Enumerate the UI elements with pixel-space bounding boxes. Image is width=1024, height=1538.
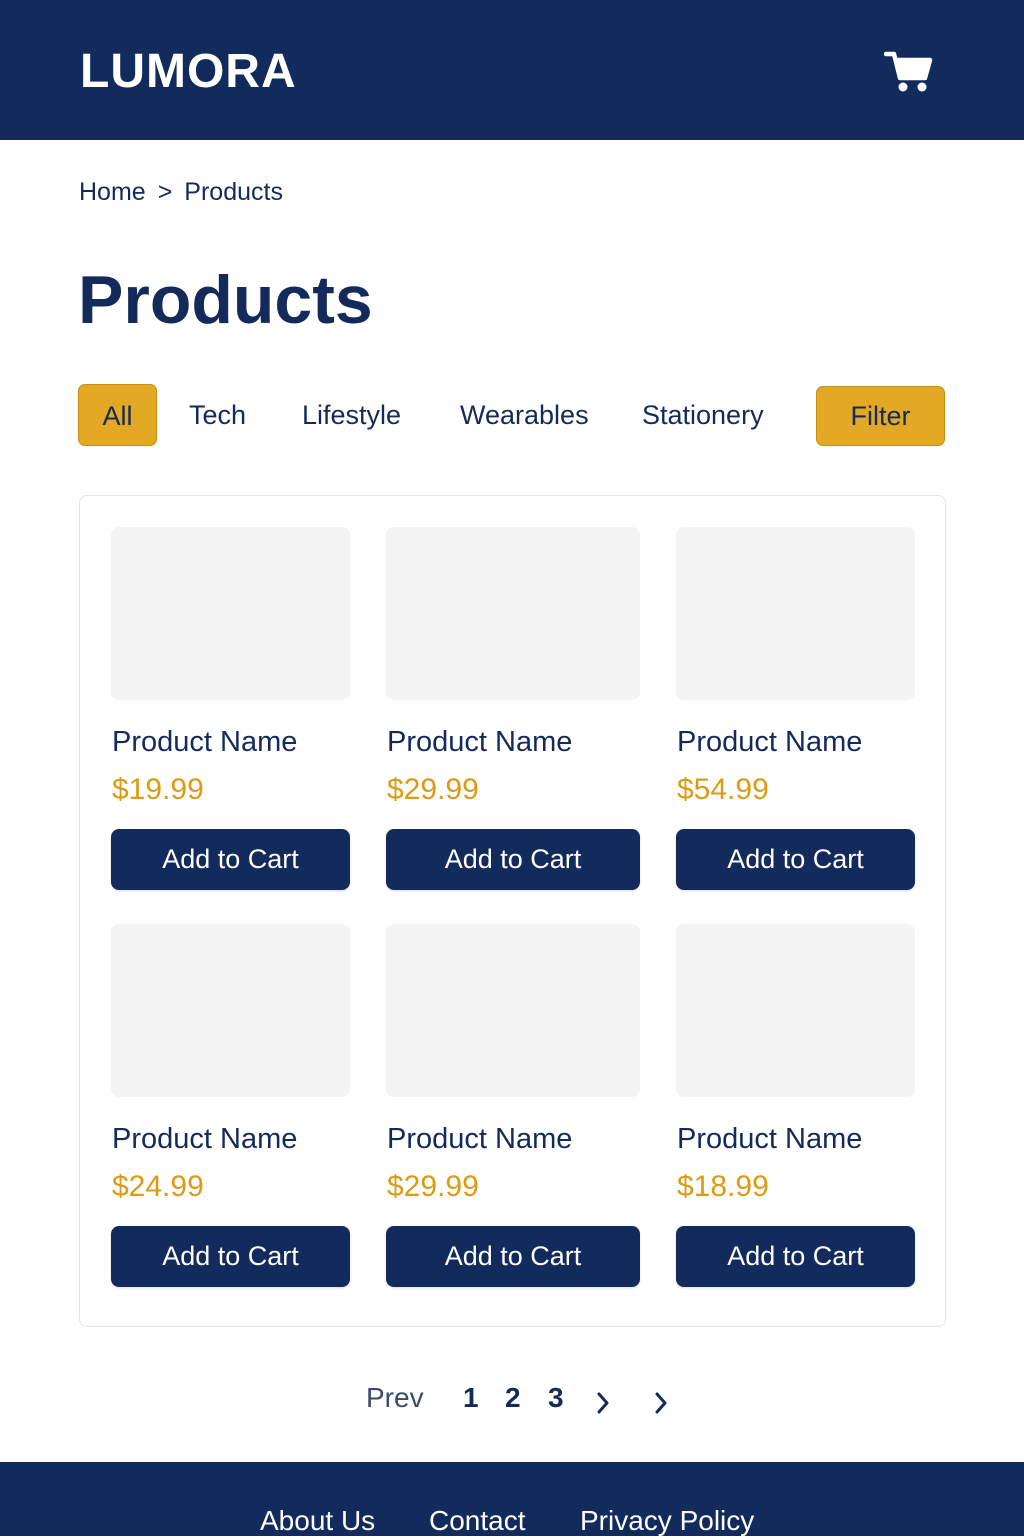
- page-1-button[interactable]: 1: [463, 1376, 479, 1420]
- product-card: Product Name $29.99 Add to Cart: [386, 924, 640, 1287]
- add-to-cart-button[interactable]: Add to Cart: [386, 829, 640, 890]
- product-card: Product Name $19.99 Add to Cart: [111, 527, 350, 890]
- product-name[interactable]: Product Name: [387, 1122, 572, 1156]
- product-card: Product Name $54.99 Add to Cart: [676, 527, 915, 890]
- product-image[interactable]: [111, 924, 350, 1097]
- product-price: $29.99: [387, 773, 479, 806]
- product-price: $24.99: [112, 1170, 204, 1203]
- add-to-cart-button[interactable]: Add to Cart: [111, 829, 350, 890]
- add-to-cart-button[interactable]: Add to Cart: [676, 829, 915, 890]
- product-image[interactable]: [386, 527, 640, 700]
- prev-page-button[interactable]: Prev: [366, 1376, 424, 1420]
- product-price: $19.99: [112, 773, 204, 806]
- product-name[interactable]: Product Name: [112, 1122, 297, 1156]
- product-name[interactable]: Product Name: [112, 725, 297, 759]
- site-footer: About Us Contact Privacy Policy: [0, 1462, 1024, 1536]
- site-header: LUMORA: [0, 0, 1024, 140]
- product-card: Product Name $18.99 Add to Cart: [676, 924, 915, 1287]
- page-3-button[interactable]: 3: [548, 1376, 564, 1420]
- category-tabs: All Tech Lifestyle Wearables Stationery …: [78, 384, 946, 446]
- shopping-cart-icon: [883, 51, 933, 92]
- product-card: Product Name $29.99 Add to Cart: [386, 527, 640, 890]
- next-page-button[interactable]: [654, 1385, 668, 1429]
- product-price: $29.99: [387, 1170, 479, 1203]
- brand-logo[interactable]: LUMORA: [80, 44, 297, 100]
- footer-link-contact[interactable]: Contact: [429, 1504, 526, 1538]
- product-price: $54.99: [677, 773, 769, 806]
- tab-all[interactable]: All: [78, 384, 157, 446]
- filter-button[interactable]: Filter: [816, 386, 945, 446]
- product-image[interactable]: [111, 527, 350, 700]
- breadcrumb-current: Products: [184, 178, 283, 206]
- add-to-cart-button[interactable]: Add to Cart: [676, 1226, 915, 1287]
- footer-link-privacy-policy[interactable]: Privacy Policy: [580, 1504, 754, 1538]
- chevron-right-icon: [655, 1392, 667, 1414]
- product-name[interactable]: Product Name: [387, 725, 572, 759]
- product-image[interactable]: [676, 924, 915, 1097]
- tab-stationery[interactable]: Stationery: [642, 384, 764, 446]
- tab-tech[interactable]: Tech: [189, 384, 246, 446]
- product-grid: Product Name $19.99 Add to Cart Product …: [79, 495, 946, 1327]
- page-title: Products: [78, 262, 373, 338]
- pagination: Prev 1 2 3: [0, 1376, 1024, 1420]
- product-image[interactable]: [676, 527, 915, 700]
- tab-wearables[interactable]: Wearables: [460, 384, 589, 446]
- breadcrumb: Home > Products: [79, 176, 283, 208]
- footer-link-about-us[interactable]: About Us: [260, 1504, 375, 1538]
- add-to-cart-button[interactable]: Add to Cart: [386, 1226, 640, 1287]
- breadcrumb-separator: >: [157, 178, 173, 206]
- product-name[interactable]: Product Name: [677, 1122, 862, 1156]
- product-price: $18.99: [677, 1170, 769, 1203]
- page-2-button[interactable]: 2: [505, 1376, 521, 1420]
- cart-button[interactable]: [883, 48, 934, 94]
- tab-lifestyle[interactable]: Lifestyle: [302, 384, 401, 446]
- chevron-right-icon[interactable]: [596, 1385, 610, 1429]
- add-to-cart-button[interactable]: Add to Cart: [111, 1226, 350, 1287]
- product-card: Product Name $24.99 Add to Cart: [111, 924, 350, 1287]
- product-name[interactable]: Product Name: [677, 725, 862, 759]
- breadcrumb-home[interactable]: Home: [79, 176, 146, 208]
- product-image[interactable]: [386, 924, 640, 1097]
